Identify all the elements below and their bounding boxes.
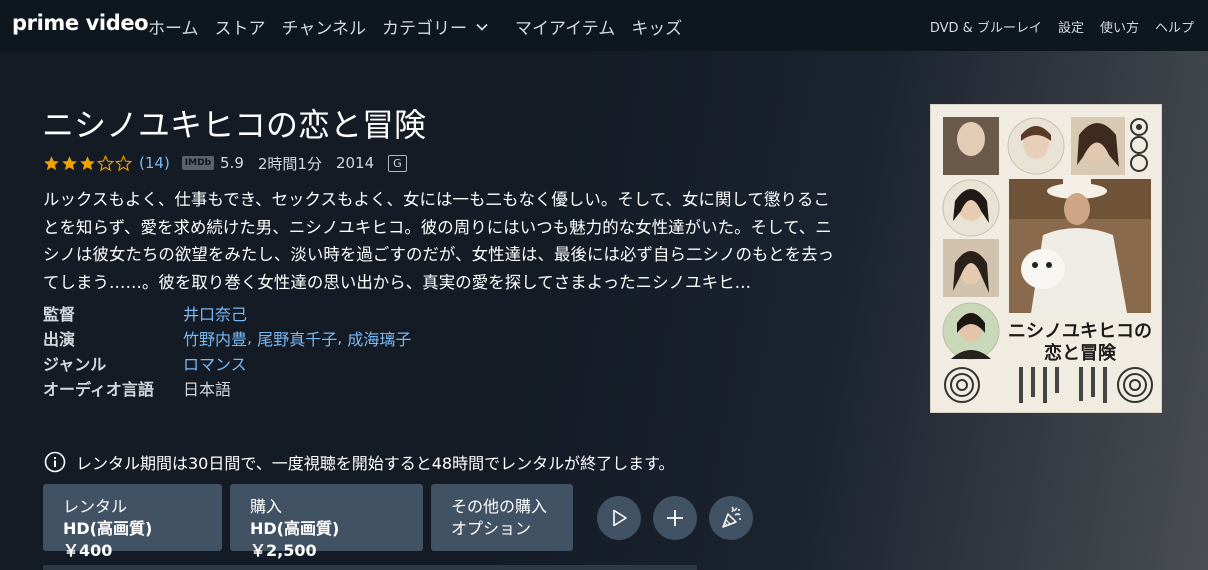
nav-kids[interactable]: キッズ: [631, 14, 682, 39]
poster-title-line2: 恋と冒険: [1044, 342, 1117, 364]
star-filled-icon: [62, 155, 77, 170]
director-link[interactable]: 井口奈己: [183, 301, 247, 325]
star-rating[interactable]: [43, 154, 133, 172]
review-count-link[interactable]: (14): [139, 154, 170, 172]
other-options-line1: その他の購入: [451, 497, 548, 516]
nav-channels[interactable]: チャンネル: [282, 14, 367, 39]
genre-label: ジャンル: [43, 354, 107, 374]
rental-notice-text: レンタル期間は30日間で、一度視聴を開始すると48時間でレンタルが終了します。: [76, 454, 675, 473]
cast-link-3[interactable]: 成海璃子: [347, 326, 411, 350]
cast-separator: ,: [247, 328, 258, 347]
secondary-nav: DVD & ブルーレイ 設定 使い方 ヘルプ: [914, 17, 1194, 36]
audio-row: オーディオ言語 日本語: [43, 375, 411, 400]
nav-my-items[interactable]: マイアイテム: [515, 14, 615, 39]
nav-help[interactable]: ヘルプ: [1155, 17, 1194, 36]
watch-party-button[interactable]: [709, 496, 753, 540]
top-nav: prime video ホーム ストア チャンネル カテゴリー マイアイテム キ…: [0, 0, 1208, 51]
imdb-badge: IMDb: [181, 156, 215, 170]
star-empty-icon: [97, 154, 114, 171]
trailer-play-button[interactable]: [597, 496, 641, 540]
prime-video-logo[interactable]: prime video: [12, 11, 149, 35]
rental-notice: レンタル期間は30日間で、一度視聴を開始すると48時間でレンタルが終了します。: [44, 450, 674, 474]
cast-row: 出演 竹野内豊, 尾野真千子, 成海璃子: [43, 325, 411, 350]
director-row: 監督 井口奈己: [43, 300, 411, 325]
other-options-line2: オプション: [451, 519, 532, 538]
buy-button-price: HD(高画質) ￥2,500: [250, 519, 340, 560]
play-icon: [613, 509, 627, 527]
nav-categories[interactable]: カテゴリー: [382, 14, 489, 39]
star-empty-icon: [115, 154, 132, 171]
rent-button-price: HD(高画質) ￥400: [63, 519, 153, 560]
rent-button[interactable]: レンタル HD(高画質) ￥400: [43, 484, 222, 560]
cast-link-2[interactable]: 尾野真千子: [257, 326, 337, 350]
other-purchase-options-button[interactable]: その他の購入 オプション: [431, 484, 573, 551]
synopsis: ルックスもよく、仕事もでき、セックスもよく、女には一も二もなく優しい。そして、女…: [43, 190, 835, 292]
page-title: ニシノユキヒコの恋と冒険: [42, 106, 427, 144]
duration: 2時間1分: [257, 154, 322, 173]
plus-icon: [667, 510, 683, 526]
party-icon: [722, 506, 741, 528]
genre-row: ジャンル ロマンス: [43, 350, 411, 375]
chevron-down-icon: [476, 23, 488, 31]
nav-home[interactable]: ホーム: [148, 14, 199, 39]
nav-howto[interactable]: 使い方: [1100, 17, 1139, 36]
details-list: 監督 井口奈己 出演 竹野内豊, 尾野真千子, 成海璃子 ジャンル ロマンス オ…: [43, 300, 411, 400]
rent-button-label: レンタル: [63, 497, 128, 516]
nav-categories-label: カテゴリー: [382, 19, 467, 39]
meta-row: (14) IMDb 5.9 2時間1分 2014 G: [43, 153, 407, 173]
cast-link-1[interactable]: 竹野内豊: [183, 326, 247, 350]
audio-label: オーディオ言語: [43, 379, 154, 399]
cast-label: 出演: [43, 329, 76, 349]
main-nav: ホーム ストア チャンネル カテゴリー マイアイテム キッズ: [148, 14, 698, 39]
buy-button-label: 購入: [250, 497, 283, 516]
movie-poster: ニシノユキヒコの 恋と冒険: [930, 104, 1162, 413]
imdb-score: 5.9: [220, 154, 244, 172]
director-label: 監督: [43, 304, 76, 324]
info-icon: [44, 451, 66, 473]
cast-separator: ,: [337, 328, 348, 347]
genre-link[interactable]: ロマンス: [183, 351, 247, 375]
audio-language: 日本語: [183, 379, 232, 399]
release-year: 2014: [335, 154, 375, 172]
star-filled-icon: [80, 155, 95, 170]
nav-store[interactable]: ストア: [215, 14, 266, 39]
section-divider: [43, 565, 697, 570]
buy-button[interactable]: 購入 HD(高画質) ￥2,500: [230, 484, 423, 560]
add-to-watchlist-button[interactable]: [653, 496, 697, 540]
star-filled-icon: [44, 155, 59, 170]
nav-settings[interactable]: 設定: [1058, 17, 1084, 36]
poster-title-line1: ニシノユキヒコの: [1008, 321, 1152, 342]
age-rating-badge: G: [388, 154, 407, 172]
poster-art: ニシノユキヒコの 恋と冒険: [931, 105, 1161, 412]
nav-dvd-bluray[interactable]: DVD & ブルーレイ: [930, 17, 1042, 36]
